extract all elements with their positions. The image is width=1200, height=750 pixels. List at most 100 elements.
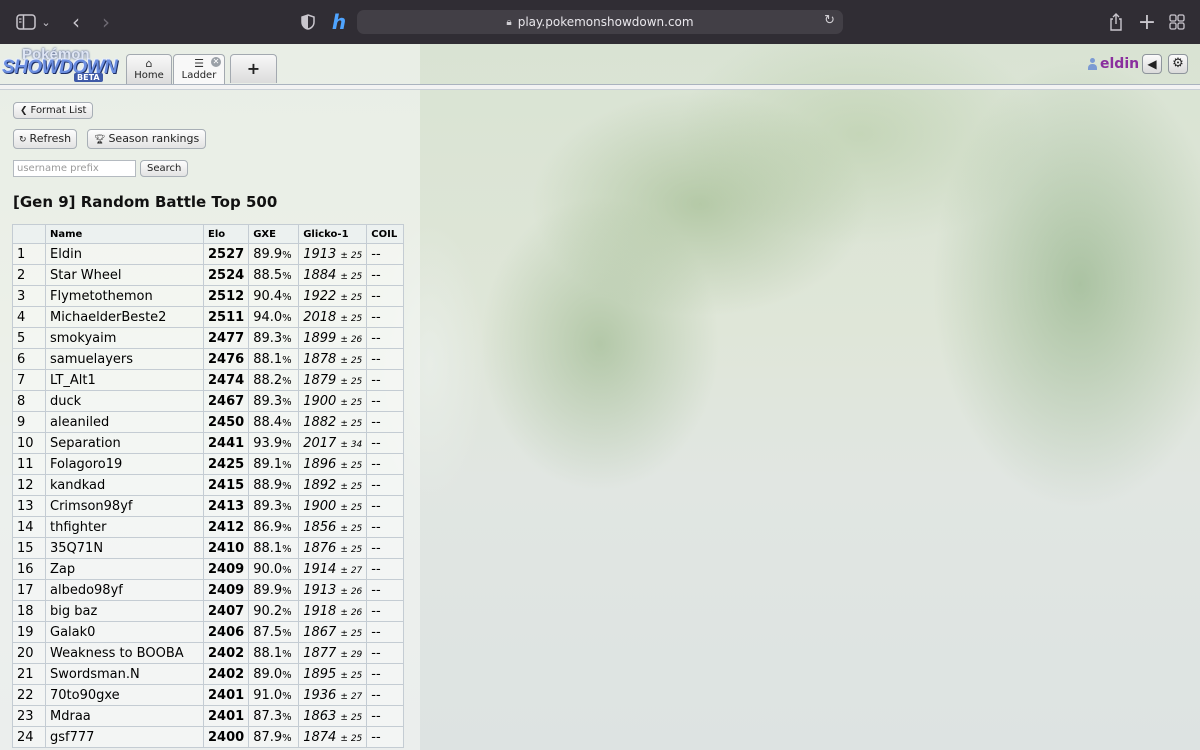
refresh-button[interactable]: ↻ Refresh <box>13 129 78 149</box>
player-name[interactable]: LT_Alt1 <box>45 369 204 391</box>
rank-cell: 3 <box>12 285 46 307</box>
table-row[interactable]: 3 Flymetothemon 2512 90.4% 1922 ± 25 -- <box>12 285 405 307</box>
player-name[interactable]: Weakness to BOOBA <box>45 642 204 664</box>
table-row[interactable]: 14 thfighter 2412 86.9% 1856 ± 25 -- <box>12 516 405 538</box>
percent-sign: % <box>282 690 292 702</box>
format-list-button[interactable]: ❮ Format List <box>13 102 94 119</box>
elo-cell: 2402 <box>202 663 250 685</box>
elo-cell: 2406 <box>202 621 250 643</box>
rank-cell: 2 <box>12 264 46 286</box>
tab-home[interactable]: ⌂ Home <box>126 54 172 84</box>
table-row[interactable]: 15 35Q71N 2410 88.1% 1876 ± 25 -- <box>12 537 405 559</box>
share-icon[interactable] <box>1106 10 1126 34</box>
user-menu[interactable]: eldin <box>1088 56 1139 72</box>
player-name[interactable]: thfighter <box>45 516 204 538</box>
gxe-value: 88.5 <box>253 267 283 283</box>
player-name[interactable]: kandkad <box>45 474 204 496</box>
rank-cell: 23 <box>12 705 46 727</box>
table-row[interactable]: 16 Zap 2409 90.0% 1914 ± 27 -- <box>12 558 405 580</box>
table-row[interactable]: 10 Separation 2441 93.9% 2017 ± 34 -- <box>12 432 405 454</box>
player-name[interactable]: Separation <box>45 432 204 454</box>
percent-sign: % <box>282 543 292 555</box>
player-name[interactable]: 35Q71N <box>45 537 204 559</box>
player-name[interactable]: Star Wheel <box>45 264 204 286</box>
player-name[interactable]: MichaelderBeste2 <box>45 306 204 328</box>
forward-icon[interactable]: › <box>96 10 116 34</box>
gxe-value: 89.3 <box>253 393 283 409</box>
player-name[interactable]: big baz <box>45 600 204 622</box>
glicko-value: 1882 <box>303 414 337 430</box>
table-row[interactable]: 19 Galak0 2406 87.5% 1867 ± 25 -- <box>12 621 405 643</box>
coil-cell: -- <box>366 621 405 643</box>
tab-overview-icon[interactable] <box>1166 10 1188 34</box>
volume-icon[interactable]: ◀ <box>1142 54 1162 74</box>
table-row[interactable]: 8 duck 2467 89.3% 1900 ± 25 -- <box>12 390 405 412</box>
percent-sign: % <box>282 375 292 387</box>
table-row[interactable]: 4 MichaelderBeste2 2511 94.0% 2018 ± 25 -- <box>12 306 405 328</box>
shield-icon[interactable] <box>298 10 318 34</box>
new-room-button[interactable]: + <box>230 54 277 83</box>
player-name[interactable]: Folagoro19 <box>45 453 204 475</box>
glicko-deviation: ± 26 <box>340 607 363 618</box>
player-name[interactable]: samuelayers <box>45 348 204 370</box>
table-row[interactable]: 1 Eldin 2527 89.9% 1913 ± 25 -- <box>12 243 405 265</box>
player-name[interactable]: Crimson98yf <box>45 495 204 517</box>
player-name[interactable]: smokyaim <box>45 327 204 349</box>
player-name[interactable]: gsf777 <box>45 726 204 748</box>
rank-cell: 8 <box>12 390 46 412</box>
table-row[interactable]: 24 gsf777 2400 87.9% 1874 ± 25 -- <box>12 726 405 748</box>
table-row[interactable]: 5 smokyaim 2477 89.3% 1899 ± 26 -- <box>12 327 405 349</box>
glicko-deviation: ± 25 <box>340 376 363 387</box>
sidebar-toggle-icon[interactable] <box>14 10 38 34</box>
close-icon[interactable]: ✕ <box>211 57 221 67</box>
showdown-logo[interactable]: Pokémon SHOWDOWN BETA <box>2 46 122 82</box>
chevron-down-icon[interactable]: ⌄ <box>40 10 52 34</box>
player-name[interactable]: Zap <box>45 558 204 580</box>
table-row[interactable]: 2 Star Wheel 2524 88.5% 1884 ± 25 -- <box>12 264 405 286</box>
table-row[interactable]: 18 big baz 2407 90.2% 1918 ± 26 -- <box>12 600 405 622</box>
tab-ladder[interactable]: ☰ Ladder ✕ <box>173 54 225 85</box>
table-row[interactable]: 20 Weakness to BOOBA 2402 88.1% 1877 ± 29 -- <box>12 642 405 664</box>
player-name[interactable]: aleaniled <box>45 411 204 433</box>
player-name[interactable]: Flymetothemon <box>45 285 204 307</box>
coil-cell: -- <box>366 642 405 664</box>
table-row[interactable]: 22 70to90gxe 2401 91.0% 1936 ± 27 -- <box>12 684 405 706</box>
gxe-value: 89.3 <box>253 498 283 514</box>
gear-icon[interactable]: ⚙ <box>1168 54 1188 74</box>
table-row[interactable]: 17 albedo98yf 2409 89.9% 1913 ± 26 -- <box>12 579 405 601</box>
player-name[interactable]: duck <box>45 390 204 412</box>
player-name[interactable]: Eldin <box>45 243 204 265</box>
coil-cell: -- <box>366 663 405 685</box>
table-row[interactable]: 21 Swordsman.N 2402 89.0% 1895 ± 25 -- <box>12 663 405 685</box>
new-tab-icon[interactable]: + <box>1136 10 1158 35</box>
elo-cell: 2425 <box>202 453 250 475</box>
user-icon <box>1088 58 1097 70</box>
username-search-input[interactable] <box>13 160 136 177</box>
table-row[interactable]: 23 Mdraa 2401 87.3% 1863 ± 25 -- <box>12 705 405 727</box>
reload-icon[interactable]: ↻ <box>824 13 835 28</box>
player-name[interactable]: Galak0 <box>45 621 204 643</box>
gxe-value: 88.9 <box>253 477 283 493</box>
table-row[interactable]: 9 aleaniled 2450 88.4% 1882 ± 25 -- <box>12 411 405 433</box>
table-row[interactable]: 13 Crimson98yf 2413 89.3% 1900 ± 25 -- <box>12 495 405 517</box>
player-name[interactable]: 70to90gxe <box>45 684 204 706</box>
glicko-deviation: ± 26 <box>340 334 363 345</box>
elo-cell: 2467 <box>202 390 250 412</box>
extension-icon[interactable]: h <box>328 10 350 34</box>
player-name[interactable]: Mdraa <box>45 705 204 727</box>
table-row[interactable]: 12 kandkad 2415 88.9% 1892 ± 25 -- <box>12 474 405 496</box>
address-bar[interactable]: 🔒︎ play.pokemonshowdown.com ↻ <box>357 10 843 34</box>
table-row[interactable]: 11 Folagoro19 2425 89.1% 1896 ± 25 -- <box>12 453 405 475</box>
table-row[interactable]: 7 LT_Alt1 2474 88.2% 1879 ± 25 -- <box>12 369 405 391</box>
rank-cell: 24 <box>12 726 46 748</box>
player-name[interactable]: Swordsman.N <box>45 663 204 685</box>
search-button[interactable]: Search <box>140 160 189 177</box>
season-rankings-button[interactable]: 🏆︎ Season rankings <box>87 129 207 149</box>
rank-cell: 5 <box>12 327 46 349</box>
player-name[interactable]: albedo98yf <box>45 579 204 601</box>
back-icon[interactable]: ‹ <box>66 10 86 34</box>
glicko-value: 1913 <box>303 582 337 598</box>
table-row[interactable]: 6 samuelayers 2476 88.1% 1878 ± 25 -- <box>12 348 405 370</box>
header-coil: COIL <box>366 224 405 244</box>
percent-sign: % <box>282 711 292 723</box>
